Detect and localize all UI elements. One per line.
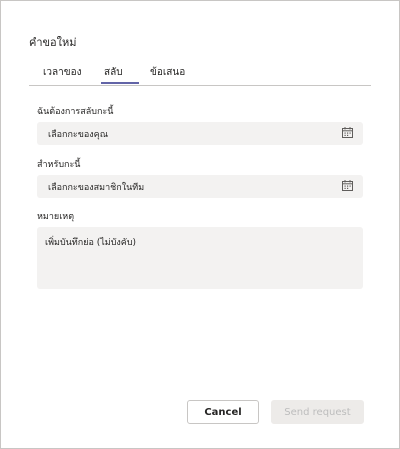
- note-placeholder: เพิ่มบันทึกย่อ (ไม่บังคับ): [45, 238, 137, 248]
- cancel-button[interactable]: Cancel: [187, 400, 259, 424]
- tab-time-off[interactable]: เวลาของ: [43, 65, 82, 80]
- dialog-title: คำขอใหม่: [29, 36, 77, 49]
- swap-for-shift-picker[interactable]: เลือกกะของสมาชิกในทีม: [37, 175, 363, 198]
- note-label: หมายเหตุ: [37, 212, 75, 222]
- swap-from-shift-picker[interactable]: เลือกกะของคุณ: [37, 122, 363, 145]
- send-request-button[interactable]: Send request: [271, 400, 364, 424]
- request-type-tabs: เวลาของ สลับ ข้อเสนอ: [29, 59, 371, 86]
- selected-tab-indicator: [101, 82, 139, 84]
- swap-from-placeholder: เลือกกะของคุณ: [48, 130, 109, 140]
- swap-for-placeholder: เลือกกะของสมาชิกในทีม: [48, 183, 145, 193]
- tab-offer[interactable]: ข้อเสนอ: [150, 65, 185, 80]
- new-request-dialog: คำขอใหม่ เวลาของ สลับ ข้อเสนอ ฉันต้องการ…: [0, 0, 400, 449]
- note-textarea[interactable]: เพิ่มบันทึกย่อ (ไม่บังคับ): [37, 227, 363, 289]
- swap-for-label: สำหรับกะนี้: [37, 160, 81, 170]
- tab-swap[interactable]: สลับ: [104, 65, 123, 80]
- calendar-icon[interactable]: [342, 127, 353, 138]
- swap-from-label: ฉันต้องการสลับกะนี้: [37, 107, 114, 117]
- calendar-icon[interactable]: [342, 180, 353, 191]
